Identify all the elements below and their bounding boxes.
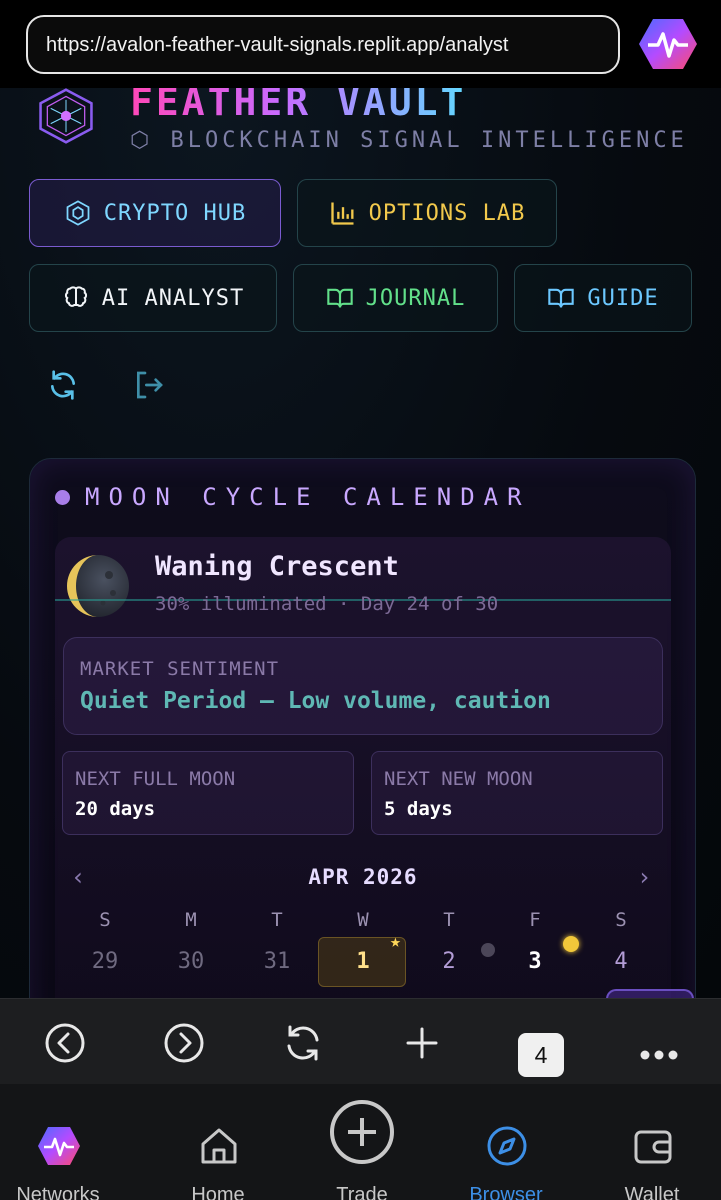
weekday-mon: M	[185, 909, 197, 931]
new-tab-icon[interactable]	[400, 1021, 444, 1065]
chevron-right-icon[interactable]: ›	[637, 863, 651, 891]
next-full-moon-value: 20 days	[75, 798, 156, 820]
next-full-moon-label: NEXT FULL MOON	[75, 768, 236, 790]
wallet-icon	[634, 1130, 672, 1164]
forward-icon[interactable]	[162, 1021, 206, 1065]
logout-icon[interactable]	[133, 369, 165, 401]
address-bar[interactable]: https://avalon-feather-vault-signals.rep…	[26, 15, 620, 74]
nav-browser[interactable]: Browser	[441, 1084, 571, 1200]
moon-phase-panel: Waning Crescent 30% illuminated · Day 24…	[55, 537, 694, 998]
next-new-moon-box: NEXT NEW MOON 5 days	[371, 751, 663, 835]
trade-plus-icon	[330, 1100, 394, 1164]
market-sentiment-box: MARKET SENTIMENT Quiet Period — Low volu…	[63, 637, 663, 735]
calendar-day-today[interactable]: 1	[333, 949, 393, 974]
weekday-tue: T	[271, 909, 283, 931]
options-lab-button[interactable]: OPTIONS LAB	[297, 179, 557, 247]
crypto-hub-label: CRYPTO HUB	[103, 200, 247, 226]
app-subtitle: ⬡ BLOCKCHAIN SIGNAL INTELLIGENCE	[130, 128, 688, 153]
nav-networks[interactable]: Networks	[0, 1084, 123, 1200]
nav-wallet[interactable]: Wallet	[587, 1084, 717, 1200]
browser-toolbar: 4	[0, 998, 721, 1084]
reload-icon[interactable]	[281, 1021, 325, 1065]
ai-analyst-label: AI ANALYST	[101, 285, 245, 311]
selected-day-tab[interactable]	[606, 989, 694, 998]
moon-cycle-card: MOON CYCLE CALENDAR Waning Crescent 30% …	[29, 458, 696, 998]
hexagon-network-logo-icon	[39, 88, 93, 144]
nav-home[interactable]: Home	[153, 1084, 283, 1200]
nav-networks-label: Networks	[16, 1184, 100, 1200]
browser-top-bar: https://avalon-feather-vault-signals.rep…	[0, 0, 721, 88]
nav-wallet-label: Wallet	[624, 1184, 680, 1200]
market-sentiment-label: MARKET SENTIMENT	[80, 658, 280, 680]
compass-icon	[487, 1126, 527, 1166]
weekday-wed: W	[357, 909, 369, 931]
moon-card-title: MOON CYCLE CALENDAR	[85, 483, 531, 511]
wallet-app-logo-icon[interactable]	[638, 16, 698, 72]
full-moon-icon	[563, 936, 579, 952]
weekday-sun: S	[99, 909, 111, 931]
url-text[interactable]: https://avalon-feather-vault-signals.rep…	[46, 34, 508, 57]
ai-analyst-button[interactable]: AI ANALYST	[29, 264, 277, 332]
market-sentiment-value: Quiet Period — Low volume, caution	[80, 688, 551, 714]
app-page: FEATHER VAULT ⬡ BLOCKCHAIN SIGNAL INTELL…	[0, 88, 721, 998]
calendar-day[interactable]: 4	[591, 949, 651, 974]
bottom-navigation: Networks Home Trade Browser Wallet	[0, 1084, 721, 1200]
nav-trade[interactable]: Trade	[297, 1084, 427, 1200]
calendar-day[interactable]: 31	[247, 949, 307, 974]
new-moon-icon	[481, 943, 495, 957]
calendar-day[interactable]: 30	[161, 949, 221, 974]
guide-button[interactable]: GUIDE	[514, 264, 692, 332]
moon-phase-detail: 30% illuminated · Day 24 of 30	[155, 593, 499, 615]
guide-label: GUIDE	[587, 285, 659, 311]
back-icon[interactable]	[43, 1021, 87, 1065]
moon-phase-name: Waning Crescent	[155, 551, 399, 582]
next-new-moon-label: NEXT NEW MOON	[384, 768, 533, 790]
options-lab-label: OPTIONS LAB	[368, 200, 526, 226]
bar-chart-icon	[330, 202, 354, 225]
crypto-hub-button[interactable]: CRYPTO HUB	[29, 179, 281, 247]
cube-icon	[66, 200, 90, 226]
calendar-day[interactable]: 3	[505, 949, 565, 974]
app-title: FEATHER VAULT	[130, 88, 466, 124]
book-icon	[548, 288, 575, 308]
weekday-thu: T	[443, 909, 455, 931]
calendar-day[interactable]: 2	[419, 949, 479, 974]
journal-label: JOURNAL	[365, 285, 466, 311]
networks-icon	[38, 1127, 80, 1165]
status-dot	[55, 490, 70, 505]
more-options-icon[interactable]	[637, 1021, 681, 1065]
calendar-day[interactable]: 29	[75, 949, 135, 974]
next-new-moon-value: 5 days	[384, 798, 453, 820]
refresh-icon[interactable]	[47, 369, 79, 401]
open-book-icon	[326, 288, 353, 308]
nav-trade-label: Trade	[336, 1184, 388, 1200]
brain-icon	[64, 286, 87, 307]
waning-crescent-moon-icon	[67, 555, 129, 617]
next-full-moon-box: NEXT FULL MOON 20 days	[62, 751, 354, 835]
weekday-fri: F	[529, 909, 541, 931]
calendar-month: APR 2026	[308, 865, 418, 889]
tab-count-button[interactable]: 4	[518, 1033, 564, 1077]
home-icon	[201, 1128, 237, 1164]
journal-button[interactable]: JOURNAL	[293, 264, 498, 332]
nav-browser-label: Browser	[469, 1184, 543, 1200]
weekday-sat: S	[615, 909, 627, 931]
nav-home-label: Home	[191, 1184, 245, 1200]
